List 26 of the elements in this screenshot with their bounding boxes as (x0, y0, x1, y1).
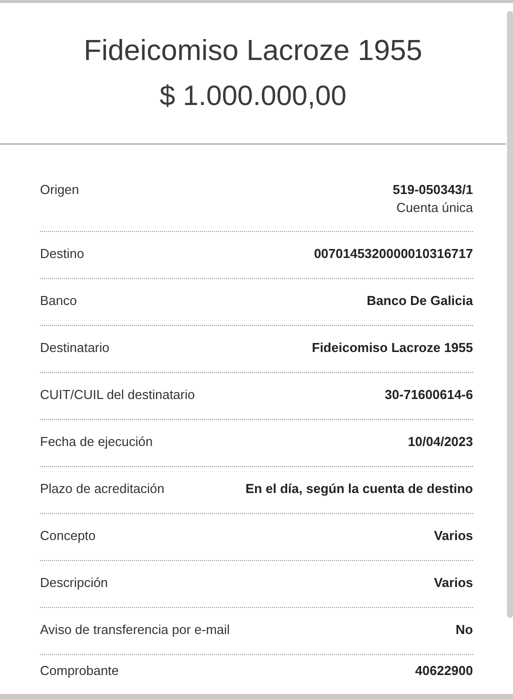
detail-label: Plazo de acreditación (40, 481, 164, 496)
detail-value: 519-050343/1 (392, 182, 473, 197)
detail-value: No (456, 622, 473, 637)
detail-label: Aviso de transferencia por e-mail (40, 622, 230, 637)
detail-value: Banco De Galicia (366, 293, 473, 308)
payee-title: Fideicomiso Lacroze 1955 (84, 34, 422, 68)
transfer-amount: $ 1.000.000,00 (160, 80, 346, 112)
scrollbar-thumb[interactable] (507, 11, 513, 618)
detail-value: En el día, según la cuenta de destino (245, 481, 473, 496)
detail-value: 10/04/2023 (408, 434, 473, 449)
detail-value: 0070145320000010316717 (314, 246, 473, 261)
detail-label: CUIT/CUIL del destinatario (40, 387, 195, 402)
detail-label: Banco (40, 293, 77, 308)
detail-value: Varios (434, 528, 473, 543)
detail-value: 30-71600614-6 (384, 387, 473, 402)
detail-value: Varios (434, 575, 473, 590)
detail-label: Fecha de ejecución (40, 434, 153, 449)
detail-value: Cuenta única (396, 200, 473, 215)
detail-value: 40622900 (415, 663, 473, 678)
detail-label: Origen (40, 182, 80, 197)
detail-value: Fideicomiso Lacroze 1955 (312, 340, 473, 355)
detail-label: Comprobante (40, 663, 119, 678)
detail-label: Destino (40, 246, 84, 261)
detail-label: Descripción (40, 575, 108, 590)
detail-label: Concepto (40, 528, 96, 543)
detail-label: Destinatario (40, 340, 110, 355)
